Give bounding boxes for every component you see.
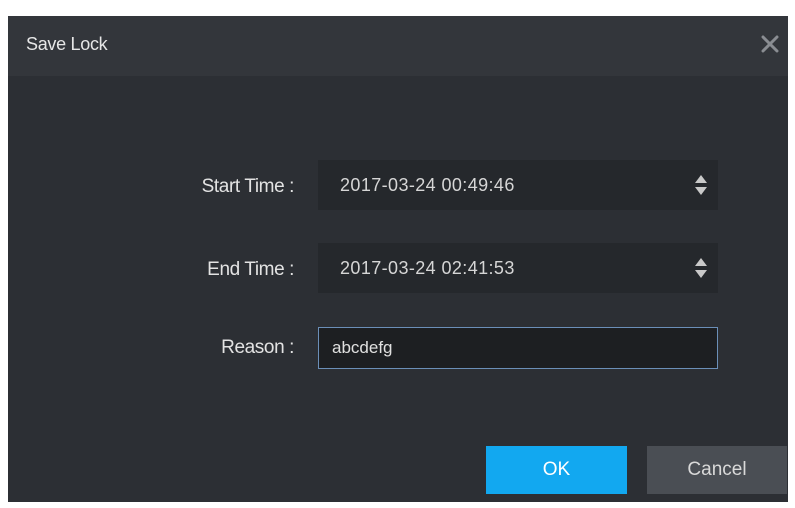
- start-time-value: 2017-03-24 00:49:46: [340, 175, 515, 195]
- end-time-spinner-icon[interactable]: [694, 255, 708, 281]
- start-time-field[interactable]: 2017-03-24 00:49:46: [318, 160, 718, 210]
- end-time-label: End Time :: [207, 259, 294, 280]
- dialog-title: Save Lock: [26, 34, 108, 54]
- close-icon[interactable]: [758, 32, 782, 56]
- dialog-titlebar: Save Lock: [8, 16, 788, 76]
- start-time-label: Start Time :: [201, 176, 295, 197]
- start-time-spinner-icon[interactable]: [694, 172, 708, 198]
- reason-label: Reason :: [221, 337, 294, 358]
- reason-field[interactable]: [318, 327, 718, 369]
- end-time-value: 2017-03-24 02:41:53: [340, 258, 515, 278]
- ok-button[interactable]: OK: [486, 446, 627, 494]
- save-lock-dialog: Save Lock Start Time : 2017-03-24 00:49:…: [8, 16, 788, 502]
- cancel-button[interactable]: Cancel: [647, 446, 787, 494]
- end-time-field[interactable]: 2017-03-24 02:41:53: [318, 243, 718, 293]
- reason-input[interactable]: [319, 328, 717, 368]
